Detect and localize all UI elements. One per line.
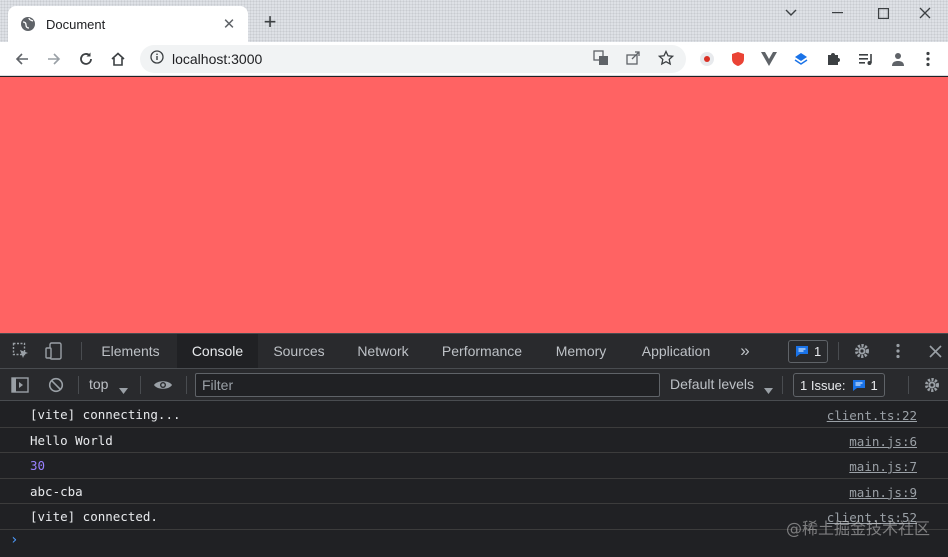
console-filter-bar: top Default levels 1 Issue: 1 xyxy=(0,369,948,401)
back-arrow-icon[interactable] xyxy=(9,46,35,72)
tab-elements[interactable]: Elements xyxy=(88,334,173,368)
profile-avatar-icon[interactable] xyxy=(888,49,908,69)
reading-list-icon[interactable] xyxy=(856,49,876,69)
maximize-icon[interactable] xyxy=(860,0,906,26)
log-message: [vite] connected. xyxy=(30,509,158,525)
minimize-icon[interactable] xyxy=(814,0,860,26)
divider xyxy=(908,376,909,394)
tab-memory[interactable]: Memory xyxy=(540,334,622,368)
close-devtools-icon[interactable] xyxy=(923,340,947,362)
tab-title: Document xyxy=(46,16,106,32)
console-settings-gear-icon[interactable] xyxy=(920,374,944,396)
log-source-link[interactable]: main.js:7 xyxy=(849,459,917,474)
issues-button[interactable]: 1 Issue: 1 xyxy=(793,373,885,397)
log-message: [vite] connecting... xyxy=(30,407,181,422)
sidebar-toggle-icon[interactable] xyxy=(8,374,32,396)
info-icon[interactable] xyxy=(150,49,164,69)
filter-input[interactable] xyxy=(195,373,660,397)
tab-performance[interactable]: Performance xyxy=(428,334,536,368)
devtools-panel: Elements Console Sources Network Perform… xyxy=(0,333,948,557)
log-message: Hello World xyxy=(30,432,113,448)
divider xyxy=(838,342,839,360)
globe-icon xyxy=(20,16,36,32)
bookmark-star-icon[interactable] xyxy=(655,47,677,69)
divider xyxy=(140,376,141,394)
messages-badge[interactable]: 1 xyxy=(788,340,829,363)
divider xyxy=(78,376,79,394)
reload-icon[interactable] xyxy=(73,46,99,72)
levels-dropdown-icon[interactable] xyxy=(764,381,773,399)
messages-count: 1 xyxy=(814,344,822,359)
console-log-row: abc-cba main.js:9 xyxy=(0,479,948,505)
devtools-tab-bar: Elements Console Sources Network Perform… xyxy=(0,334,948,369)
issues-label: 1 Issue: xyxy=(800,377,846,393)
new-tab-button[interactable]: + xyxy=(258,10,282,34)
log-levels-selector[interactable]: Default levels xyxy=(670,376,754,392)
divider xyxy=(782,376,783,394)
extension-vue-icon[interactable] xyxy=(759,49,779,69)
message-icon xyxy=(795,345,809,358)
log-source-link[interactable]: client.ts:22 xyxy=(827,408,917,423)
extension-layers-icon[interactable] xyxy=(791,49,811,69)
context-selector[interactable]: top xyxy=(89,376,108,392)
watermark-text: @稀土掘金技术社区 xyxy=(785,519,930,538)
tab-sources[interactable]: Sources xyxy=(259,334,339,368)
extension-react-icon[interactable] xyxy=(697,49,717,69)
extension-shield-icon[interactable] xyxy=(728,49,748,69)
tab-document[interactable]: Document ✕ xyxy=(8,6,248,42)
console-log-row: Hello World main.js:6 xyxy=(0,428,948,454)
live-expression-eye-icon[interactable] xyxy=(151,374,175,396)
url-text[interactable]: localhost:3000 xyxy=(172,51,262,67)
forward-arrow-icon[interactable] xyxy=(41,46,67,72)
more-tabs-icon[interactable]: » xyxy=(733,334,757,368)
share-icon[interactable] xyxy=(622,47,644,69)
log-message: abc-cba xyxy=(30,483,83,499)
close-window-icon[interactable] xyxy=(902,0,948,26)
log-source-link[interactable]: main.js:9 xyxy=(849,485,917,500)
devtools-menu-icon[interactable] xyxy=(886,340,910,362)
console-log-row: [vite] connecting... client.ts:22 xyxy=(0,402,948,428)
issues-count: 1 xyxy=(870,377,878,393)
home-icon[interactable] xyxy=(105,46,131,72)
tab-network[interactable]: Network xyxy=(341,334,425,368)
settings-gear-icon[interactable] xyxy=(850,340,874,362)
translate-icon[interactable] xyxy=(590,47,612,69)
context-dropdown-icon[interactable] xyxy=(119,381,128,399)
divider xyxy=(81,342,82,360)
browser-toolbar: localhost:3000 xyxy=(0,42,948,76)
page-viewport xyxy=(0,77,948,333)
prompt-chevron-icon: › xyxy=(10,531,19,548)
tab-console[interactable]: Console xyxy=(177,334,258,368)
chevron-down-icon[interactable] xyxy=(768,0,814,26)
divider xyxy=(186,376,187,394)
tab-application[interactable]: Application xyxy=(627,334,725,368)
title-bar: Document ✕ + xyxy=(0,0,948,42)
console-log-row: 30 main.js:7 xyxy=(0,453,948,479)
log-message-number: 30 xyxy=(30,458,46,474)
menu-kebab-icon[interactable] xyxy=(918,49,938,69)
extensions-puzzle-icon[interactable] xyxy=(823,49,843,69)
close-tab-icon[interactable]: ✕ xyxy=(220,15,238,33)
clear-console-icon[interactable] xyxy=(44,374,68,396)
device-toolbar-icon[interactable] xyxy=(42,340,66,362)
message-icon xyxy=(852,379,866,392)
inspect-element-icon[interactable] xyxy=(9,340,33,362)
log-source-link[interactable]: main.js:6 xyxy=(849,434,917,449)
